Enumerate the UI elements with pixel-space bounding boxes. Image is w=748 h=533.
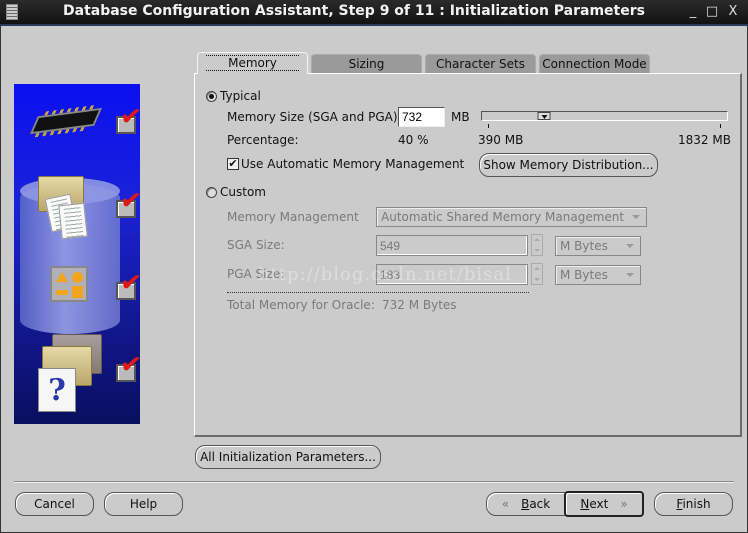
amm-checkbox[interactable]: ✔ — [227, 158, 239, 170]
help-button[interactable]: Help — [104, 492, 183, 516]
memory-size-unit: MB — [451, 110, 470, 124]
steps-illustration: ? ✔ ✔ ✔ ✔ — [14, 84, 140, 424]
title-bar: Database Configuration Assistant, Step 9… — [0, 0, 748, 24]
chevron-right-icon: » — [620, 497, 628, 511]
slider-max-tick — [720, 124, 721, 128]
shapes-icon — [50, 266, 88, 302]
chevron-down-icon — [626, 244, 634, 248]
all-initialization-parameters-button[interactable]: All Initialization Parameters... — [195, 445, 381, 469]
step-complete-check-icon: ✔ — [116, 349, 140, 382]
typical-radio[interactable] — [206, 91, 217, 102]
total-memory-label: Total Memory for Oracle: — [227, 298, 375, 312]
chevron-down-icon — [626, 273, 634, 277]
custom-radio[interactable] — [206, 187, 217, 198]
sga-unit-select[interactable]: M Bytes — [555, 236, 641, 256]
maximize-button[interactable]: □ — [705, 4, 719, 20]
custom-label: Custom — [220, 185, 266, 199]
percentage-value: 40 % — [398, 133, 429, 147]
cancel-button[interactable]: Cancel — [15, 492, 94, 516]
slider-thumb[interactable] — [537, 112, 551, 120]
slider-min-tick — [488, 124, 489, 128]
chevron-left-icon: « — [501, 497, 510, 511]
step-complete-check-icon: ✔ — [116, 185, 140, 218]
typical-label: Typical — [220, 89, 261, 103]
tab-connection-mode[interactable]: Connection Mode — [539, 54, 650, 74]
help-document-icon: ? — [38, 368, 76, 412]
pga-unit-select[interactable]: M Bytes — [555, 265, 641, 285]
close-button[interactable]: X — [726, 4, 740, 20]
tab-memory[interactable]: Memory — [197, 52, 308, 74]
total-memory-value: 732 M Bytes — [382, 298, 457, 312]
step-complete-check-icon: ✔ — [116, 101, 140, 134]
pga-size-spinner[interactable] — [531, 263, 543, 285]
amm-label: Use Automatic Memory Management — [241, 157, 465, 171]
next-button[interactable]: Next» — [564, 491, 644, 517]
percentage-label: Percentage: — [227, 133, 299, 147]
memory-management-select[interactable]: Automatic Shared Memory Management — [376, 207, 647, 227]
dotted-separator — [227, 292, 529, 293]
document-icon — [58, 202, 88, 240]
sga-size-input[interactable] — [376, 235, 528, 256]
memory-size-slider[interactable] — [481, 111, 728, 121]
chevron-down-icon — [632, 215, 640, 219]
slider-min-label: 390 MB — [478, 133, 524, 147]
show-memory-distribution-button[interactable]: Show Memory Distribution... — [479, 153, 658, 177]
sga-size-label: SGA Size: — [227, 238, 285, 252]
memory-size-label: Memory Size (SGA and PGA): — [227, 110, 402, 124]
minimize-button[interactable]: _ — [686, 4, 700, 20]
step-complete-check-icon: ✔ — [116, 267, 140, 300]
memory-size-input[interactable] — [398, 107, 445, 127]
sga-size-spinner[interactable] — [531, 234, 543, 256]
tab-character-sets[interactable]: Character Sets — [425, 54, 536, 74]
back-button[interactable]: «Back — [486, 492, 566, 516]
window-title: Database Configuration Assistant, Step 9… — [63, 3, 645, 19]
finish-button[interactable]: Finish — [654, 492, 733, 516]
memory-chip-icon — [29, 107, 103, 135]
memory-management-label: Memory Management — [227, 210, 359, 224]
slider-max-label: 1832 MB — [678, 133, 731, 147]
tab-sizing[interactable]: Sizing — [311, 54, 422, 74]
watermark: http://blog.csdn.net/bisal — [258, 264, 512, 285]
footer-separator — [14, 481, 734, 483]
